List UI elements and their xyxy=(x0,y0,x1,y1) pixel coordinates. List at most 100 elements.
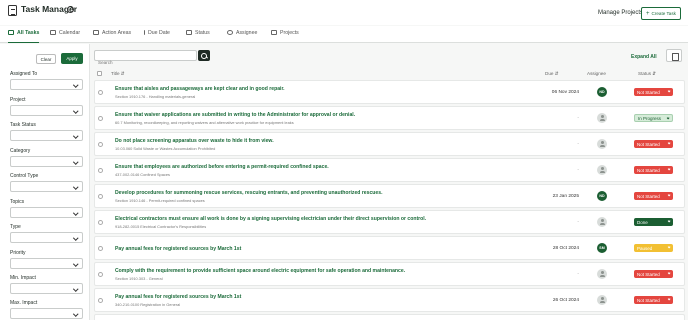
column-title[interactable]: Title ⇵ xyxy=(111,71,125,77)
clear-button[interactable]: Clear xyxy=(36,54,56,64)
chevron-down-icon xyxy=(666,116,670,120)
status-dropdown[interactable]: Done xyxy=(634,218,673,226)
filter-label: Max. Impact xyxy=(10,300,38,306)
unassigned-user-icon[interactable] xyxy=(597,217,607,227)
status-dropdown[interactable]: Not Started xyxy=(634,296,673,304)
row-checkbox[interactable] xyxy=(98,90,103,95)
filter-task-status: Task Status xyxy=(10,122,83,141)
due-date: - xyxy=(577,116,579,121)
status-label: Not Started xyxy=(637,297,660,303)
unassigned-user-icon[interactable] xyxy=(597,295,607,305)
task-status-select[interactable] xyxy=(10,130,83,141)
unassigned-user-icon[interactable] xyxy=(597,139,607,149)
help-icon[interactable]: ? xyxy=(67,6,74,13)
task-title[interactable]: Ensure that employees are authorized bef… xyxy=(115,164,329,170)
table-row[interactable] xyxy=(94,314,685,320)
row-checkbox[interactable] xyxy=(98,168,103,173)
task-title[interactable]: Do not place screening apparatus over wa… xyxy=(115,138,274,144)
task-title[interactable]: Electrical contractors must ensure all w… xyxy=(115,216,426,222)
status-dropdown[interactable]: Not Started xyxy=(634,88,673,96)
tab-action-areas[interactable]: Action Areas xyxy=(93,30,131,43)
row-checkbox[interactable] xyxy=(98,116,103,121)
task-title[interactable]: Pay annual fees for registered sources b… xyxy=(115,246,241,252)
row-checkbox[interactable] xyxy=(98,246,103,251)
filter-label: Assigned To xyxy=(10,71,38,77)
table-row[interactable]: Develop procedures for summoning rescue … xyxy=(94,184,685,208)
table-row[interactable]: Ensure that employees are authorized bef… xyxy=(94,158,685,182)
tab-projects[interactable]: Projects xyxy=(271,30,299,43)
topics-select[interactable] xyxy=(10,207,83,218)
status-dropdown[interactable]: Not Started xyxy=(634,270,673,278)
assigned-to-select[interactable] xyxy=(10,79,83,90)
filter-label: Type xyxy=(10,224,21,230)
chevron-down-icon xyxy=(667,89,671,93)
due-date: 23 Jan 2025 xyxy=(552,194,579,199)
status-label: Done xyxy=(637,219,648,225)
clipboard-icon xyxy=(93,30,99,35)
task-subtitle: 437-002-0146 Confined Spaces xyxy=(115,172,170,177)
due-date: 06 Nov 2024 xyxy=(551,90,579,95)
status-dropdown[interactable]: In Progress xyxy=(634,114,673,122)
table-row[interactable]: Pay annual fees for registered sources b… xyxy=(94,288,685,312)
search-input[interactable] xyxy=(95,58,195,67)
priority-select[interactable] xyxy=(10,258,83,269)
row-checkbox[interactable] xyxy=(98,142,103,147)
control-type-select[interactable] xyxy=(10,181,83,192)
status-dropdown[interactable]: Not Started xyxy=(634,166,673,174)
filter-sidebar: Clear Apply Assigned To Project Task Sta… xyxy=(0,44,90,320)
row-checkbox[interactable] xyxy=(98,298,103,303)
row-checkbox[interactable] xyxy=(98,194,103,199)
status-label: Not Started xyxy=(637,193,660,199)
min-impact-select[interactable] xyxy=(10,283,83,294)
table-row[interactable]: Ensure that aisles and passageways are k… xyxy=(94,80,685,104)
task-title[interactable]: Comply with the requirement to provide s… xyxy=(115,268,405,274)
row-checkbox[interactable] xyxy=(98,272,103,277)
filter-max-impact: Max. Impact xyxy=(10,300,83,319)
manage-projects-link[interactable]: Manage Projects xyxy=(598,10,643,16)
category-select[interactable] xyxy=(10,156,83,167)
tab-due-date[interactable]: Due Date xyxy=(143,30,170,43)
task-title[interactable]: Develop procedures for summoning rescue … xyxy=(115,190,383,196)
tab-assignee[interactable]: Assignee xyxy=(227,30,257,43)
unassigned-user-icon[interactable] xyxy=(597,269,607,279)
table-row[interactable]: Do not place screening apparatus over wa… xyxy=(94,132,685,156)
tab-all-tasks[interactable]: All Tasks xyxy=(8,30,40,43)
task-title[interactable]: Pay annual fees for registered sources b… xyxy=(115,294,241,300)
row-checkbox[interactable] xyxy=(98,220,103,225)
tab-status[interactable]: Status xyxy=(186,30,210,43)
list-icon xyxy=(8,30,14,35)
column-label: Status xyxy=(638,71,652,76)
search-icon[interactable] xyxy=(198,50,210,61)
avatar[interactable]: ND xyxy=(597,87,607,97)
filter-control-type: Control Type xyxy=(10,173,83,192)
create-task-button[interactable]: + Create Task xyxy=(641,7,681,20)
expand-all-link[interactable]: Expand All xyxy=(631,54,657,60)
column-status[interactable]: Status ⇵ xyxy=(638,71,656,77)
project-select[interactable] xyxy=(10,105,83,116)
type-select[interactable] xyxy=(10,232,83,243)
table-row[interactable]: Ensure that waiver applications are subm… xyxy=(94,106,685,130)
filter-category: Category xyxy=(10,148,83,167)
table-row[interactable]: Electrical contractors must ensure all w… xyxy=(94,210,685,234)
apply-button[interactable]: Apply xyxy=(61,53,83,64)
unassigned-user-icon[interactable] xyxy=(597,165,607,175)
avatar[interactable]: SM xyxy=(597,243,607,253)
status-dropdown[interactable]: Not Started xyxy=(634,140,673,148)
tab-label: Status xyxy=(195,30,210,36)
task-title[interactable]: Ensure that waiver applications are subm… xyxy=(115,112,355,118)
table-row[interactable]: Comply with the requirement to provide s… xyxy=(94,262,685,286)
unassigned-user-icon[interactable] xyxy=(597,113,607,123)
create-task-label: Create Task xyxy=(651,11,676,16)
task-title[interactable]: Ensure that aisles and passageways are k… xyxy=(115,86,285,92)
select-all-checkbox[interactable] xyxy=(97,71,102,76)
chevron-down-icon xyxy=(667,219,671,223)
max-impact-select[interactable] xyxy=(10,308,83,319)
due-date: 28 Oct 2024 xyxy=(552,246,579,251)
avatar[interactable]: ND xyxy=(597,191,607,201)
document-icon[interactable] xyxy=(666,49,682,62)
column-due[interactable]: Due ⇵ xyxy=(545,71,559,77)
tab-calendar[interactable]: Calendar xyxy=(50,30,80,43)
table-row[interactable]: Pay annual fees for registered sources b… xyxy=(94,236,685,260)
status-dropdown[interactable]: Paused xyxy=(634,244,673,252)
status-dropdown[interactable]: Not Started xyxy=(634,192,673,200)
